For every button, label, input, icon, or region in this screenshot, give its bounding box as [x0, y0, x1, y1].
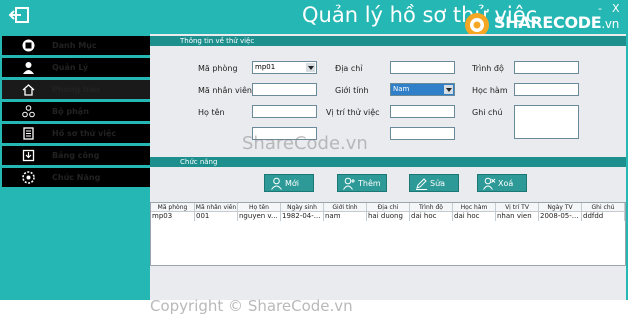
network-icon	[22, 105, 35, 118]
dia-chi-field[interactable]	[390, 61, 455, 74]
title-bar: Quản lý hồ sơ thử việc SHARECODE.vn - X	[0, 0, 628, 37]
chevron-down-icon	[444, 85, 453, 94]
table-header[interactable]: Trình độ	[410, 203, 453, 212]
table-header[interactable]: Giới tính	[324, 203, 367, 212]
document-icon	[23, 127, 34, 140]
sign-out-icon[interactable]	[8, 6, 30, 24]
table-header[interactable]: Mã nhân viên	[195, 203, 238, 212]
table-cell[interactable]: dai hoc	[410, 212, 453, 221]
close-button[interactable]: X	[612, 2, 620, 15]
sidebar-item-bang-cong[interactable]: Bảng công	[2, 146, 150, 165]
sidebar-item-danh-muc[interactable]: Danh Mục	[2, 36, 150, 55]
hoc-ham-field[interactable]	[514, 83, 579, 96]
ma-phong-select[interactable]: mp01	[252, 61, 317, 74]
table-cell[interactable]: hai duong	[367, 212, 410, 221]
trinh-do-label: Trình độ	[472, 64, 504, 73]
watermark: ShareCode.vn	[242, 133, 368, 154]
table-cell[interactable]: mp03	[151, 212, 195, 221]
edit-button[interactable]: Sửa	[409, 174, 459, 192]
table-header[interactable]: Ngày TV	[539, 203, 582, 212]
table-header[interactable]: Địa chỉ	[367, 203, 410, 212]
user-icon	[23, 62, 34, 74]
ma-nhan-vien-field[interactable]	[252, 83, 317, 96]
table-header[interactable]: Ngày sinh	[281, 203, 324, 212]
actions-section-header: Chức năng	[150, 157, 626, 167]
home-icon	[22, 84, 35, 96]
sidebar-item-quan-ly[interactable]: Quản Lý	[2, 58, 150, 77]
pencil-icon	[416, 178, 427, 190]
ghi-chu-label: Ghi chú	[472, 108, 503, 117]
vi-tri-thu-viec-field[interactable]	[390, 105, 455, 118]
gioi-tinh-label: Giới tính	[335, 86, 369, 95]
table-cell[interactable]: nhan vien	[496, 212, 539, 221]
table-cell[interactable]: 1982-04-...	[281, 212, 324, 221]
sidebar-item-chuc-nang[interactable]: Chức Năng	[2, 168, 150, 187]
table-cell[interactable]: nam	[324, 212, 367, 221]
delete-button[interactable]: Xoá	[477, 174, 527, 192]
table-header[interactable]: Mã phòng	[151, 203, 195, 212]
minimize-button[interactable]: -	[598, 2, 602, 15]
sidebar-item-ho-so-thu-viec[interactable]: Hồ sơ thử việc	[2, 124, 150, 143]
copyright-footer: Copyright © ShareCode.vn	[150, 297, 353, 315]
table-cell[interactable]: ddfdd	[582, 212, 625, 221]
table-footer-area	[150, 266, 626, 300]
sidebar: Danh Mục Quản Lý Phòng ban Bộ phận Hồ sơ…	[2, 34, 150, 300]
gear-icon	[22, 171, 35, 184]
sidebar-item-phong-ban[interactable]: Phòng ban	[2, 80, 150, 99]
ho-ten-field[interactable]	[252, 105, 317, 118]
table-cell[interactable]: dai hoc	[453, 212, 496, 221]
vi-tri-thu-viec-label: Vị trí thử việc	[326, 108, 380, 117]
records-table[interactable]: Mã phòng Mã nhân viên Họ tên Ngày sinh G…	[150, 202, 626, 266]
trinh-do-field[interactable]	[514, 61, 579, 74]
table-cell[interactable]: 001	[195, 212, 238, 221]
ma-nhan-vien-label: Mã nhân viên	[198, 86, 252, 95]
hoc-ham-label: Học hàm	[472, 86, 508, 95]
ngay-thu-viec-field[interactable]	[390, 127, 455, 140]
ghi-chu-field[interactable]	[514, 105, 579, 139]
chevron-down-icon	[306, 63, 315, 72]
download-icon	[22, 149, 35, 162]
table-header[interactable]: Học hàm	[453, 203, 496, 212]
table-header[interactable]: Họ tên	[238, 203, 281, 212]
table-cell[interactable]: 2008-05-...	[539, 212, 582, 221]
user-icon	[271, 177, 282, 190]
ma-phong-label: Mã phòng	[198, 64, 238, 73]
logo-text: SHARECODE.vn	[494, 13, 620, 32]
table-header[interactable]: Vị trí TV	[496, 203, 539, 212]
table-cell[interactable]: nguyen v...	[238, 212, 281, 221]
table-header[interactable]: Ghi chú	[582, 203, 625, 212]
new-button[interactable]: Mới	[264, 174, 314, 192]
sidebar-item-bo-phan[interactable]: Bộ phận	[2, 102, 150, 121]
gioi-tinh-select[interactable]: Nam	[390, 83, 455, 96]
add-button[interactable]: Thêm	[337, 174, 387, 192]
ho-ten-label: Họ tên	[198, 108, 225, 117]
remove-user-icon	[483, 177, 496, 190]
list-icon	[22, 39, 35, 52]
info-section-header: Thông tin về thử việc	[150, 36, 626, 46]
dia-chi-label: Địa chỉ	[335, 64, 363, 73]
add-user-icon	[343, 177, 355, 190]
